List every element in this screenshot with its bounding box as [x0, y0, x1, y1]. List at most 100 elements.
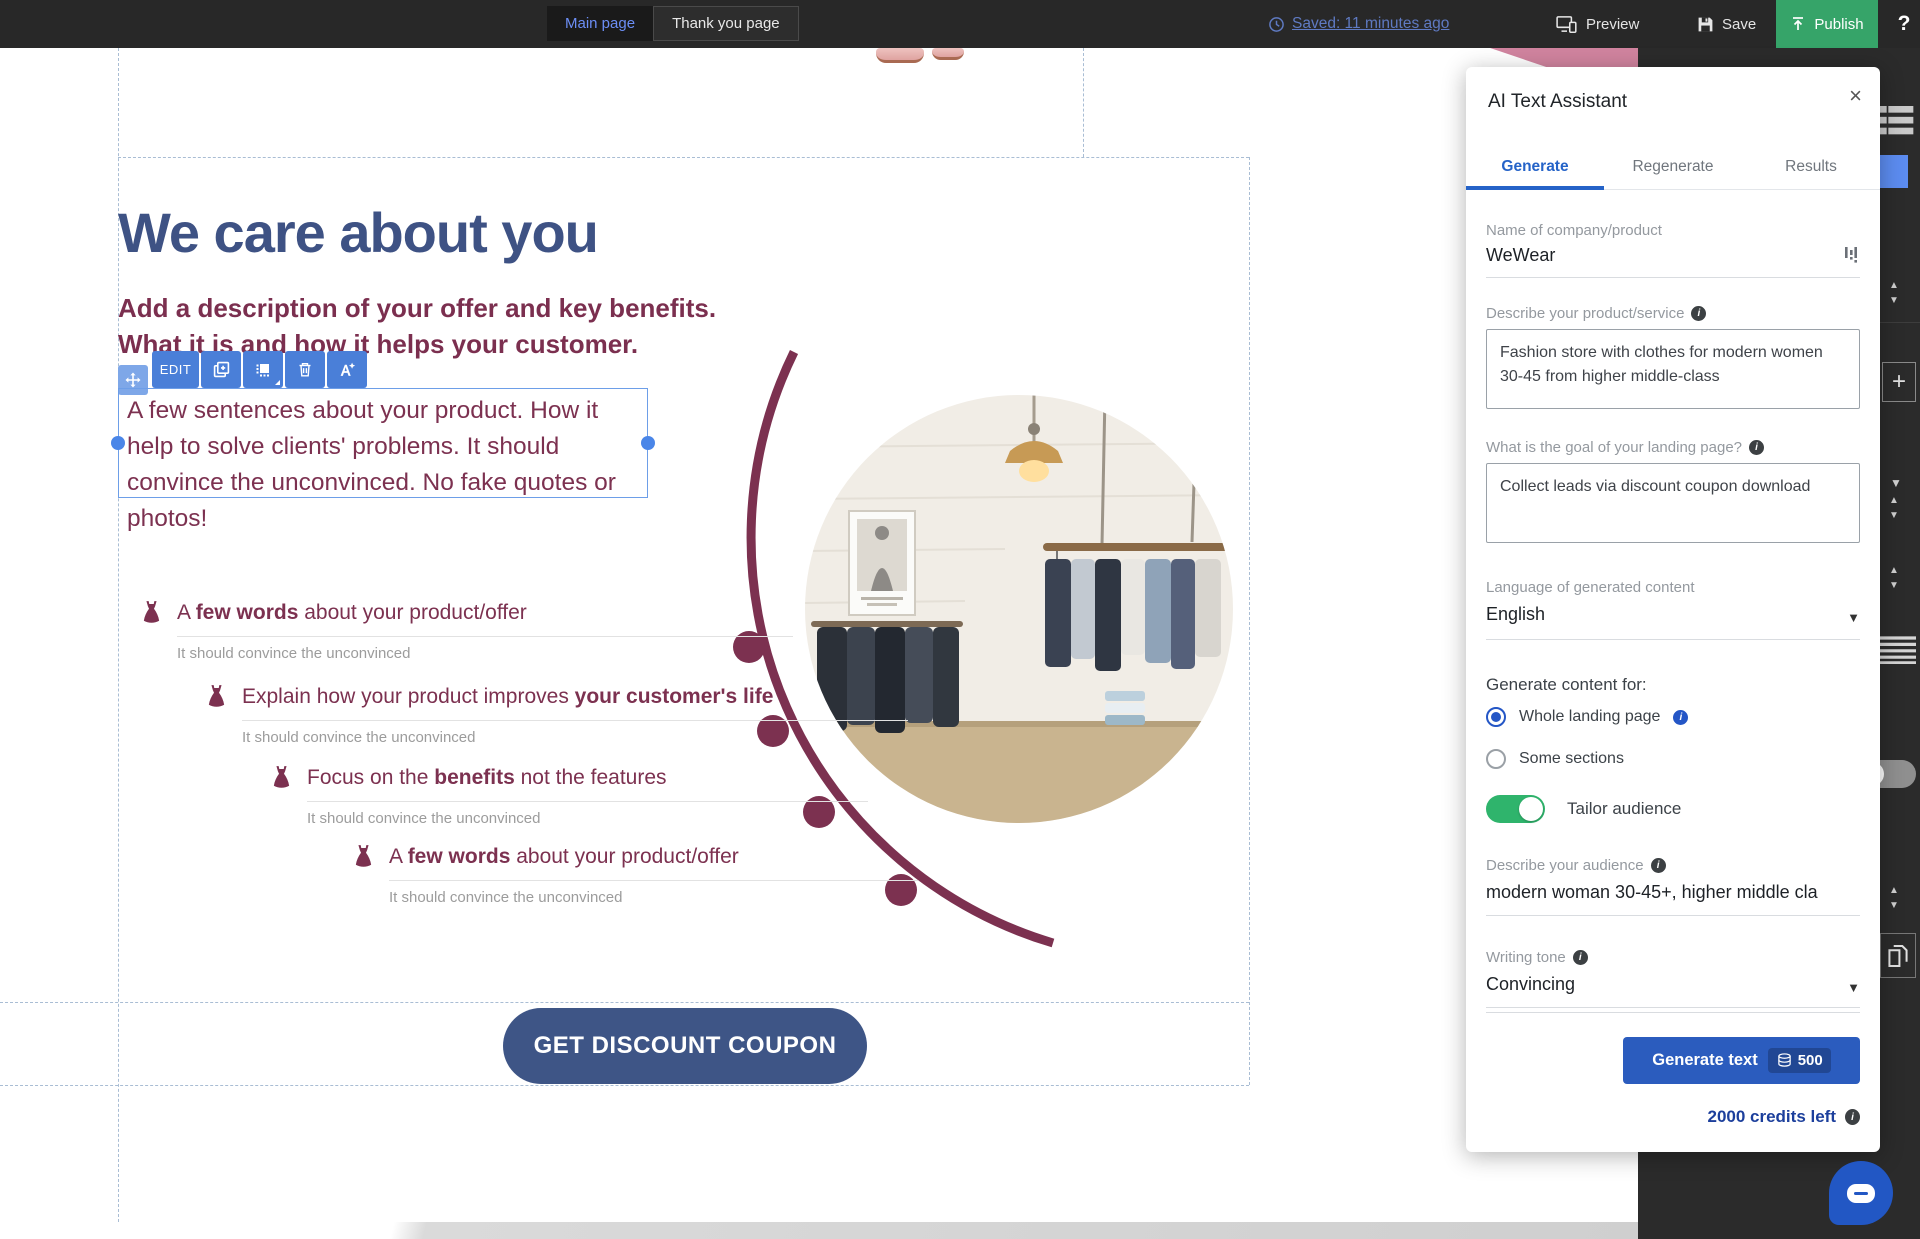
- preview-label: Preview: [1586, 16, 1639, 33]
- list-item[interactable]: Explain how your product improves your c…: [203, 685, 908, 746]
- info-icon[interactable]: i: [1749, 440, 1764, 455]
- info-icon[interactable]: i: [1673, 710, 1688, 725]
- credit-cost-badge: 500: [1768, 1048, 1831, 1073]
- info-icon[interactable]: i: [1691, 306, 1706, 321]
- guide-line: [0, 1002, 1249, 1003]
- goal-label: What is the goal of your landing page?i: [1486, 439, 1860, 456]
- arrow-down-icon[interactable]: ▼: [1889, 580, 1899, 591]
- section-reorder-arrows[interactable]: ▲▼: [1889, 280, 1899, 306]
- credits-left: 2000 credits left i: [1707, 1107, 1860, 1127]
- language-label: Language of generated content: [1486, 579, 1860, 596]
- tailor-audience-toggle[interactable]: [1486, 795, 1545, 823]
- company-name-input[interactable]: WeWear: [1486, 245, 1832, 266]
- field-options-icon[interactable]: [1844, 247, 1858, 265]
- list-item-subtext: It should convince the unconvinced: [242, 729, 908, 746]
- layout-button[interactable]: [243, 351, 283, 388]
- tab-main-page[interactable]: Main page: [547, 6, 653, 41]
- page-title: We care about you: [118, 200, 598, 265]
- generate-text-button[interactable]: Generate text 500: [1623, 1037, 1860, 1084]
- title-post: about your product/offer: [298, 601, 526, 624]
- tab-generate[interactable]: Generate: [1466, 145, 1604, 189]
- radio-label: Some sections: [1519, 750, 1624, 768]
- title-post: not the features: [515, 766, 667, 789]
- duplicate-button[interactable]: [201, 351, 241, 388]
- add-section-button[interactable]: +: [1882, 362, 1916, 402]
- delete-button[interactable]: [285, 351, 325, 388]
- language-select[interactable]: English ▼: [1486, 604, 1860, 625]
- copy-page-button[interactable]: [1880, 933, 1916, 978]
- arrow-up-icon[interactable]: ▲: [1889, 885, 1899, 896]
- list-item[interactable]: A few words about your product/offer It …: [350, 845, 918, 906]
- save-button[interactable]: Save: [1697, 0, 1756, 48]
- field-underline: [1486, 639, 1860, 640]
- close-icon[interactable]: ×: [1849, 85, 1862, 107]
- help-button[interactable]: ?: [1888, 0, 1920, 48]
- guide-line: [0, 1085, 1249, 1086]
- spinner-arrows[interactable]: ▲▼: [1889, 495, 1899, 521]
- generate-text-label: Generate text: [1652, 1051, 1757, 1070]
- arrow-up-icon[interactable]: ▲: [1889, 280, 1899, 291]
- spinner-arrows[interactable]: ▲▼: [1889, 885, 1899, 911]
- ai-text-button[interactable]: [327, 351, 367, 388]
- tab-thank-you-page[interactable]: Thank you page: [653, 6, 799, 41]
- dropdown-caret-icon[interactable]: ▼: [1890, 476, 1902, 490]
- dress-icon: [138, 599, 165, 628]
- title-bold: few words: [196, 601, 299, 624]
- toggle-knob: [1519, 797, 1543, 821]
- audience-input[interactable]: modern woman 30-45+, higher middle cla: [1486, 882, 1860, 903]
- list-item-title: A few words about your product/offer: [177, 601, 793, 637]
- goal-textarea[interactable]: Collect leads via discount coupon downlo…: [1486, 463, 1860, 543]
- list-item[interactable]: A few words about your product/offer It …: [138, 601, 793, 662]
- list-item-subtext: It should convince the unconvinced: [177, 645, 793, 662]
- publish-upload-icon: [1790, 16, 1806, 32]
- title-bold: benefits: [434, 766, 515, 789]
- info-icon[interactable]: i: [1845, 1109, 1860, 1125]
- page-builder-app: We care about you Add a description of y…: [0, 0, 1920, 1239]
- arrow-down-icon[interactable]: ▼: [1889, 900, 1899, 911]
- product-description-textarea[interactable]: Fashion store with clothes for modern wo…: [1486, 329, 1860, 409]
- arrow-up-icon[interactable]: ▲: [1889, 565, 1899, 576]
- radio-unselected-icon[interactable]: [1486, 749, 1506, 769]
- cta-button[interactable]: GET DISCOUNT COUPON: [503, 1008, 867, 1084]
- title-post: about your product/offer: [510, 845, 738, 868]
- info-icon[interactable]: i: [1651, 858, 1666, 873]
- arrow-down-icon[interactable]: ▼: [1889, 510, 1899, 521]
- spinner-arrows[interactable]: ▲▼: [1889, 565, 1899, 591]
- radio-whole-landing-page[interactable]: Whole landing page i: [1486, 707, 1860, 727]
- resize-handle-left[interactable]: [111, 436, 125, 450]
- radio-label: Whole landing page: [1519, 708, 1660, 726]
- saved-status-label: Saved: 11 minutes ago: [1292, 15, 1449, 33]
- arrow-down-icon[interactable]: ▼: [1889, 295, 1899, 306]
- resize-handle-right[interactable]: [641, 436, 655, 450]
- cropped-photo-shoe: [932, 48, 964, 60]
- radio-selected-icon[interactable]: [1486, 707, 1506, 727]
- panel-title: AI Text Assistant: [1488, 91, 1627, 113]
- preview-button[interactable]: Preview: [1556, 0, 1639, 48]
- active-section-indicator[interactable]: [1880, 155, 1908, 188]
- list-item[interactable]: Focus on the benefits not the features I…: [268, 766, 868, 827]
- chevron-down-icon: ▼: [1847, 610, 1860, 625]
- radio-some-sections[interactable]: Some sections: [1486, 749, 1860, 769]
- sections-list-icon[interactable]: [1876, 106, 1914, 136]
- info-icon[interactable]: i: [1573, 950, 1588, 965]
- duplicate-icon: [213, 361, 230, 378]
- writing-tone-select[interactable]: Convincing ▼: [1486, 974, 1860, 995]
- edit-button[interactable]: EDIT: [152, 351, 199, 388]
- copy-icon: [1888, 944, 1908, 968]
- label-text: Describe your audience: [1486, 857, 1644, 874]
- saved-status-link[interactable]: Saved: 11 minutes ago: [1268, 0, 1449, 48]
- tab-regenerate[interactable]: Regenerate: [1604, 145, 1742, 189]
- tab-results[interactable]: Results: [1742, 145, 1880, 189]
- move-icon: [125, 372, 141, 388]
- history-clock-icon: [1268, 16, 1285, 33]
- title-pre: Focus on the: [307, 766, 434, 789]
- selected-text-block[interactable]: A few sentences about your product. How …: [118, 388, 648, 498]
- arrow-up-icon[interactable]: ▲: [1889, 495, 1899, 506]
- chat-widget-button[interactable]: [1829, 1161, 1893, 1225]
- text-lines-icon[interactable]: [1876, 636, 1916, 664]
- publish-button[interactable]: Publish: [1776, 0, 1878, 48]
- next-section-preview: [0, 1222, 1638, 1239]
- builder-topbar: Main page Thank you page Saved: 11 minut…: [0, 0, 1920, 48]
- writing-tone-label: Writing tonei: [1486, 949, 1860, 966]
- element-toolbar: EDIT: [152, 351, 367, 388]
